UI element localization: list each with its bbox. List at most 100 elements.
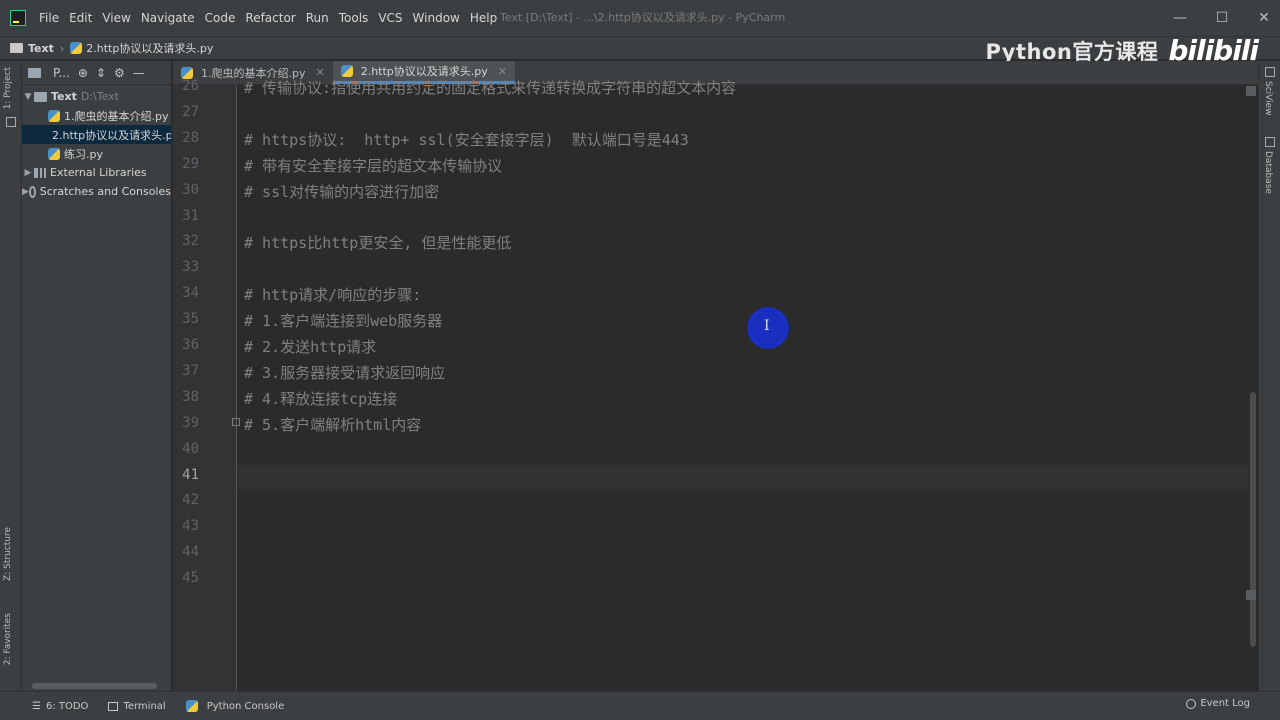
menu-refactor[interactable]: Refactor [240,0,300,36]
close-icon[interactable]: ✕ [1256,10,1272,26]
project-view-icon [28,67,41,78]
menu-window[interactable]: Window [408,0,465,36]
menu-vcs[interactable]: VCS [373,0,407,36]
pycharm-logo-icon [10,10,26,26]
line-number: 35 [182,311,199,327]
project-tree: ▼ Text D:\Text 1.爬虫的基本介绍.py 2.http协议以及请求… [22,85,171,201]
code-comment-line: # 传输协议:指使用共用约定的固定格式来传递转换成字符串的超文本内容 [244,79,737,97]
database-tool-tab[interactable]: Database [1263,151,1273,194]
tree-item-file-3[interactable]: 练习.py [22,144,171,163]
todo-tool-button[interactable]: ☰ 6: TODO [32,701,88,712]
tree-item-project-root[interactable]: ▼ Text D:\Text [22,87,171,106]
menu-help[interactable]: Help [465,0,502,36]
python-file-icon [181,66,193,79]
terminal-label: Terminal [123,700,166,712]
favorites-tool-tab[interactable]: 2: Favorites [3,613,13,665]
inspection-status-icon[interactable] [1246,86,1256,96]
menu-tools[interactable]: Tools [334,0,374,36]
breadcrumb-file-label: 2.http协议以及请求头.py [86,42,214,55]
code-comment-line: # https协议: http+ ssl(安全套接字层) 默认端口号是443 [244,131,689,149]
menu-edit[interactable]: Edit [64,0,97,36]
expand-arrow-icon[interactable]: ▶ [22,187,29,197]
line-number: 34 [182,285,199,301]
scroll-marker[interactable] [1246,590,1256,600]
code-editor[interactable]: # 传输协议:指使用共用约定的固定格式来传递转换成字符串的超文本内容 # http… [238,79,1248,691]
menu-file[interactable]: File [34,0,64,36]
window-title: Text [D:\Text] - ...\2.http协议以及请求头.py - … [500,11,786,24]
expand-arrow-icon[interactable]: ▼ [22,92,34,102]
line-number: 29 [182,156,199,172]
code-comment-line: # 带有安全套接字层的超文本传输协议 [244,157,503,175]
project-panel-scrollbar[interactable] [32,683,157,689]
breadcrumb-file[interactable]: 2.http协议以及请求头.py [70,40,213,56]
python-console-label: Python Console [206,700,285,712]
menu-view[interactable]: View [97,0,135,36]
line-number: 33 [182,259,199,275]
tree-item-scratches[interactable]: ▶ Scratches and Consoles [22,182,171,201]
python-console-tool-button[interactable]: Python Console [185,700,285,712]
code-comment-line: # 3.服务器接受请求返回响应 [244,364,446,382]
collapse-all-icon[interactable]: ⇕ [96,66,106,80]
menu-run[interactable]: Run [301,0,334,36]
minimize-icon[interactable]: — [1172,10,1188,26]
line-number: 44 [182,544,199,560]
line-number: 42 [182,492,199,508]
code-comment-line: # 1.客户端连接到web服务器 [244,312,443,330]
line-number: 32 [182,233,199,249]
event-log-label: Event Log [1200,698,1250,709]
title-menu-bar: File Edit View Navigate Code Refactor Ru… [0,0,1280,36]
tree-item-label: 2.http协议以及请求头.py [52,128,171,142]
project-view-selector[interactable]: P... [53,66,70,80]
fold-marker-icon[interactable] [232,418,240,426]
line-number: 38 [182,389,199,405]
event-log-icon [1186,698,1197,709]
structure-tool-tab[interactable]: Z: Structure [3,527,13,581]
tree-item-file-2[interactable]: 2.http协议以及请求头.py [22,125,171,144]
code-comment-line: # 4.释放连接tcp连接 [244,390,398,408]
tree-item-label: 练习.py [64,147,103,161]
event-log-button[interactable]: Event Log [1186,698,1250,709]
python-file-icon [340,65,353,77]
line-number: 37 [182,363,199,379]
project-panel: P... ⊕ ⇕ ⚙ — ▼ Text D:\Text 1.爬虫的基本介绍.py… [22,61,172,691]
close-tab-icon[interactable]: ✕ [498,65,507,78]
project-toolbar: P... ⊕ ⇕ ⚙ — [22,61,171,85]
library-icon [34,167,46,178]
menu-navigate[interactable]: Navigate [136,0,200,36]
left-tool-stripe: 1: Project Z: Structure 2: Favorites [0,61,22,691]
maximize-icon[interactable]: ☐ [1214,10,1230,26]
line-number: 26 [182,78,199,94]
code-comment-line: # http请求/响应的步骤: [244,286,422,304]
project-tool-tab[interactable]: 1: Project [3,67,13,109]
editor-scrollbar-thumb[interactable] [1250,392,1256,647]
bottom-tool-bar: ☰ 6: TODO Terminal Python Console Event … [0,691,1280,720]
terminal-tool-button[interactable]: Terminal [108,700,166,712]
locate-target-icon[interactable]: ⊕ [78,66,88,80]
sciview-icon [1265,67,1275,77]
tree-item-file-1[interactable]: 1.爬虫的基本介绍.py [22,106,171,125]
line-number: 36 [182,337,199,353]
tree-item-path: D:\Text [80,90,119,103]
line-number: 43 [182,518,199,534]
line-number-gutter: 26 27 28 29 30 31 32 33 34 35 36 37 38 39 40 41 42 43 44 45 [173,78,237,691]
sciview-tool-tab[interactable]: SciView [1263,81,1273,116]
python-console-icon [185,700,198,712]
menu-code[interactable]: Code [200,0,241,36]
line-number: 31 [182,208,199,224]
line-number: 39 [182,415,199,431]
expand-arrow-icon[interactable]: ▶ [22,168,34,178]
hide-panel-icon[interactable]: — [133,66,145,80]
line-number: 45 [182,570,199,586]
tree-item-label: 1.爬虫的基本介绍.py [64,109,169,123]
breadcrumb-project[interactable]: Text [28,42,54,55]
python-file-icon [70,42,83,54]
line-number: 30 [182,182,199,198]
folder-icon [34,91,47,102]
window-controls: — ☐ ✕ [1172,0,1272,36]
database-icon [1265,137,1275,147]
folder-icon [10,43,23,53]
gear-icon[interactable]: ⚙ [114,66,125,80]
tree-item-external-libraries[interactable]: ▶ External Libraries [22,163,171,182]
right-tool-stripe: SciView Database [1258,61,1280,691]
code-comment-line: # 2.发送http请求 [244,338,377,356]
